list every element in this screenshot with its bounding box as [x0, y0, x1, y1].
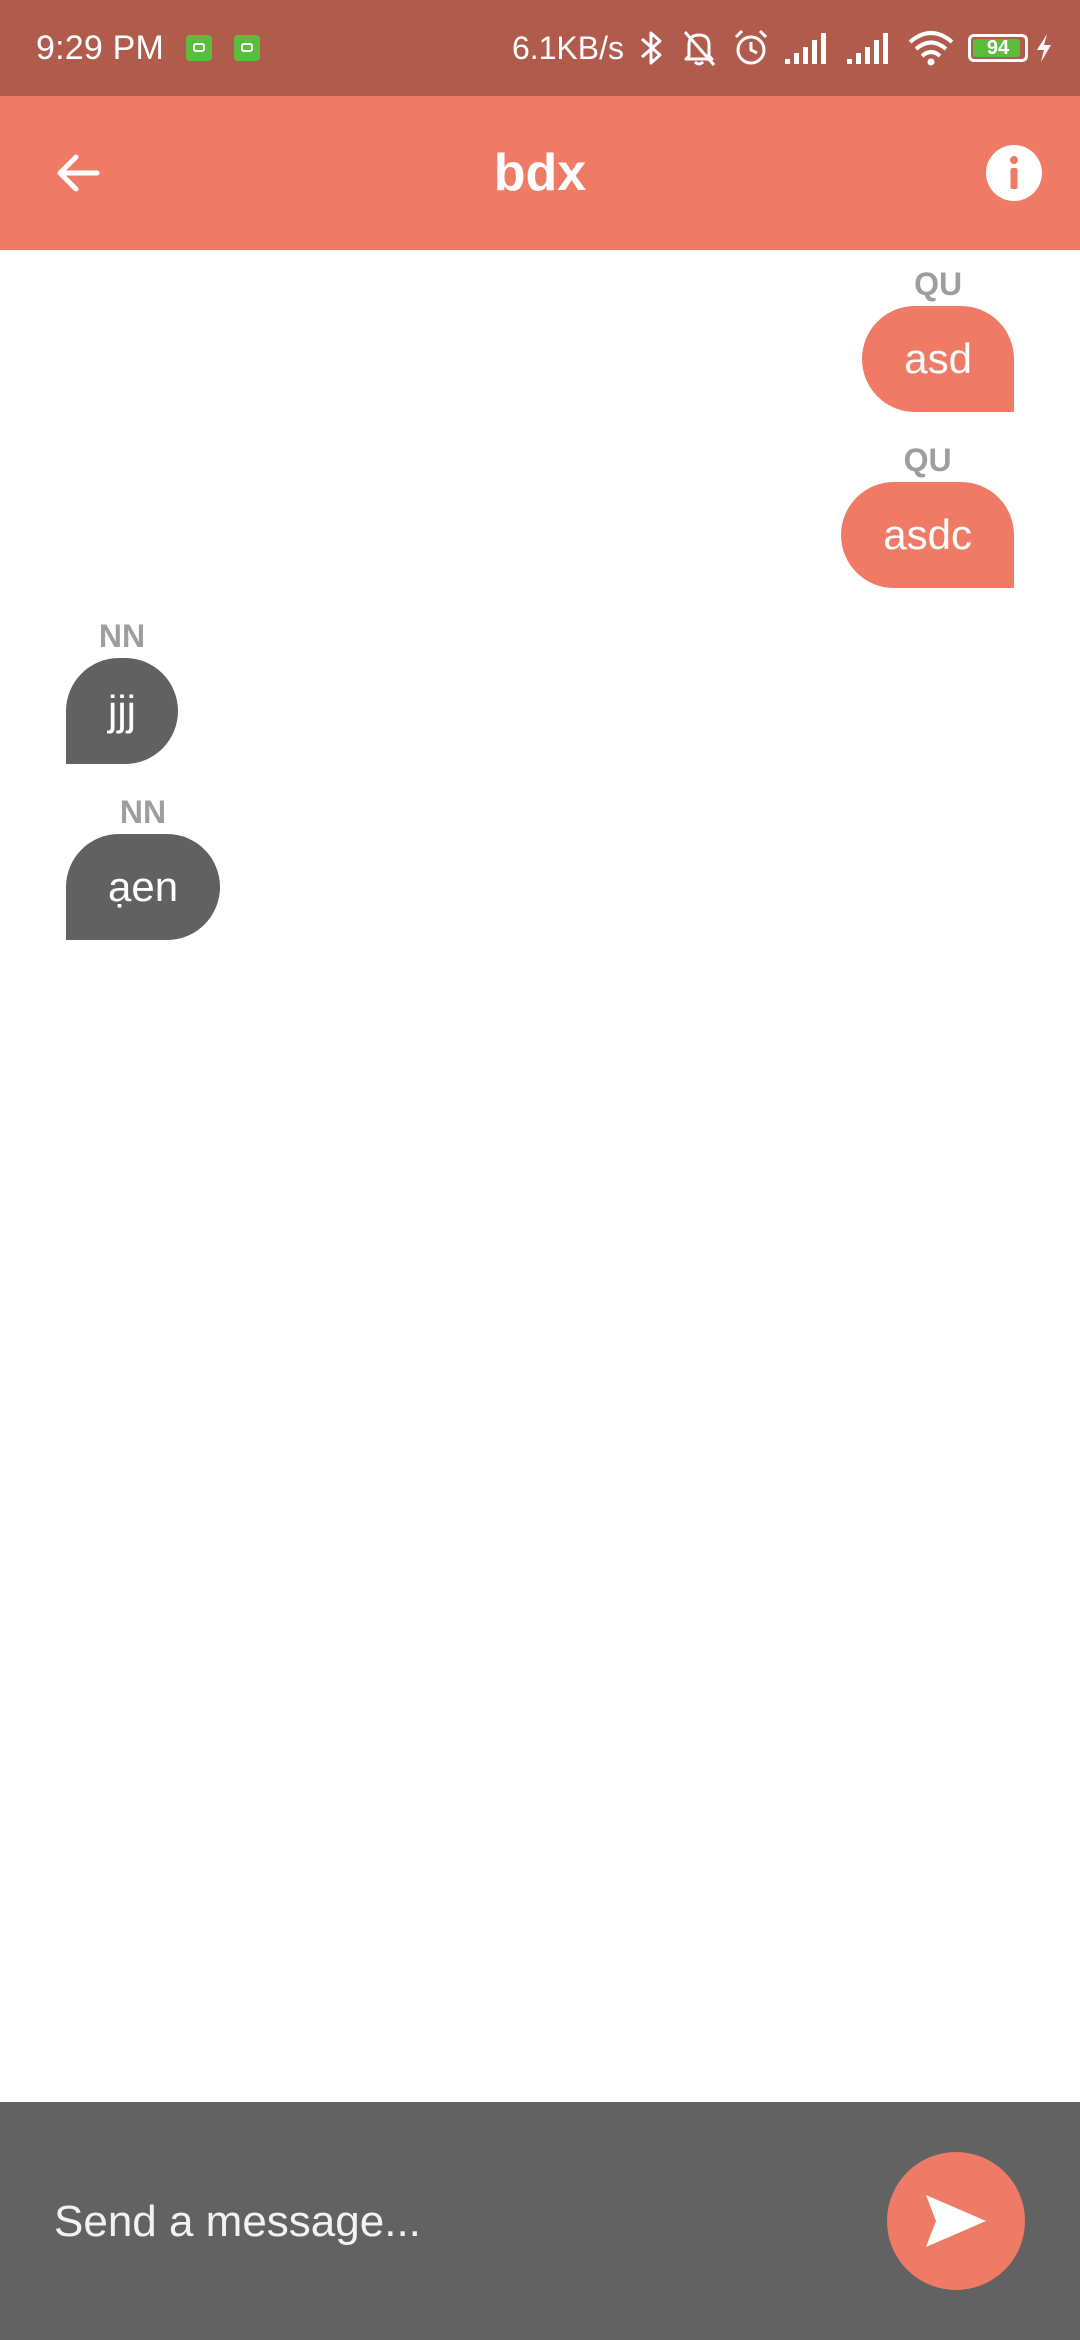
message-bubble-outgoing[interactable]: asd: [862, 306, 1014, 412]
app-notification-icon: [186, 35, 213, 61]
signal-icon: [784, 31, 832, 65]
info-button[interactable]: [984, 143, 1044, 203]
message-list[interactable]: QU asd QU asdc NN jjj NN ạen: [0, 250, 1080, 2102]
chat-title: bdx: [493, 144, 587, 202]
battery-level-text: 94: [986, 36, 1010, 59]
status-bar: 9:29 PM 6.1KB/s 94: [0, 0, 1080, 96]
send-icon: [926, 2195, 986, 2247]
alarm-icon: [732, 28, 770, 68]
status-time: 9:29 PM: [36, 28, 165, 67]
wifi-icon: [908, 30, 954, 66]
message-bubble-incoming[interactable]: ạen: [66, 834, 221, 940]
message-sender: QU: [903, 442, 952, 478]
message-item: NN ạen: [66, 790, 221, 940]
message-item: QU asd: [862, 262, 1014, 412]
status-bar-right: 6.1KB/s 94: [512, 0, 1054, 96]
message-sender: QU: [914, 266, 963, 302]
app-bar: bdx: [0, 96, 1080, 250]
charging-icon: [1034, 32, 1054, 64]
message-sender: NN: [119, 794, 167, 830]
signal-icon: [846, 31, 894, 65]
app-notification-icon: [234, 35, 261, 61]
message-item: NN jjj: [66, 614, 178, 764]
message-item: QU asdc: [841, 438, 1014, 588]
message-bubble-incoming[interactable]: jjj: [66, 658, 178, 764]
status-bar-left: 9:29 PM: [36, 0, 261, 96]
info-icon: [986, 145, 1042, 201]
message-input[interactable]: [54, 2172, 854, 2272]
bell-off-icon: [680, 28, 718, 68]
bluetooth-icon: [638, 28, 666, 68]
network-speed: 6.1KB/s: [511, 29, 624, 66]
battery-icon: 94: [968, 34, 1028, 62]
send-button[interactable]: [887, 2152, 1025, 2290]
message-composer: [0, 2102, 1080, 2340]
message-sender: NN: [98, 618, 146, 654]
message-bubble-outgoing[interactable]: asdc: [841, 482, 1014, 588]
